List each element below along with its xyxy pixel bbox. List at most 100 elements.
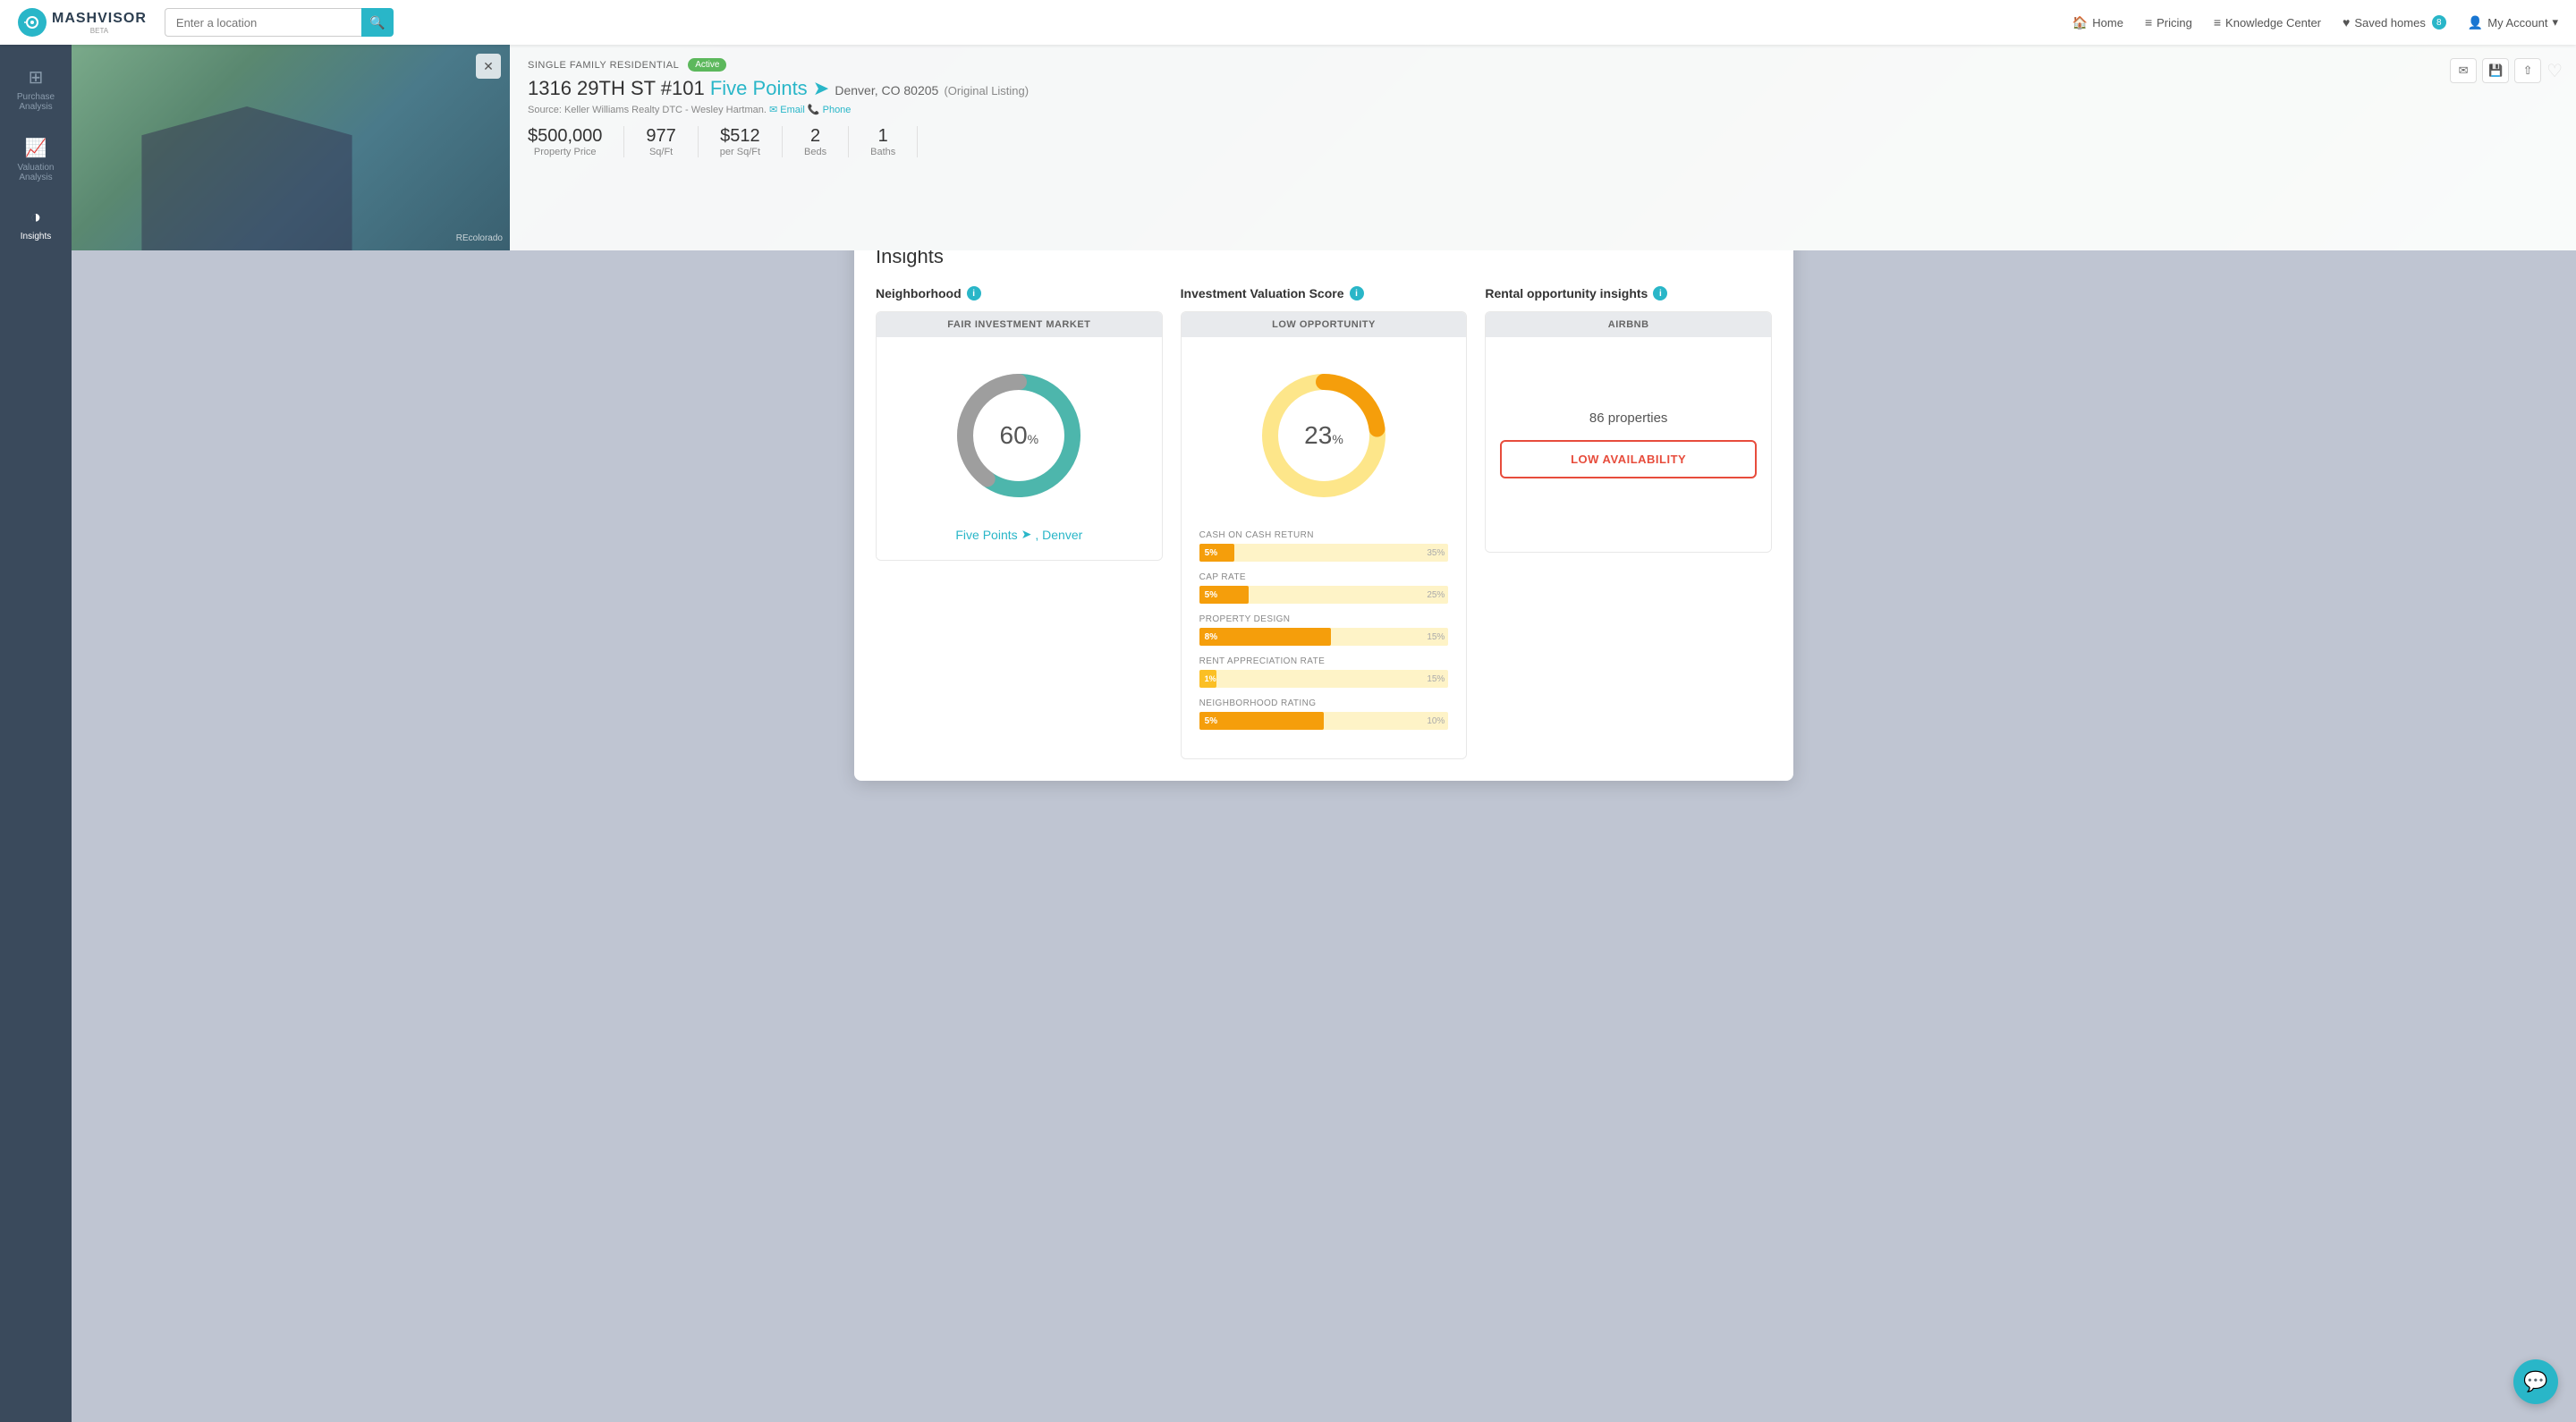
bar-track-neighborhood: 5% 10% bbox=[1199, 712, 1449, 730]
modal-title: Insights bbox=[876, 250, 1772, 268]
source-row: Source: Keller Williams Realty DTC - Wes… bbox=[528, 104, 2558, 115]
bar-track-rent: 1% 15% bbox=[1199, 670, 1449, 688]
investment-card-header: LOW OPPORTUNITY bbox=[1182, 312, 1467, 337]
baths-label: Baths bbox=[870, 147, 895, 157]
chat-icon: 💬 bbox=[2523, 1370, 2547, 1393]
phone-contact[interactable]: 📞 Phone bbox=[808, 105, 852, 115]
building-image bbox=[72, 45, 510, 250]
sidebar-item-label: Insights bbox=[21, 232, 51, 241]
neighborhood-donut: 60% bbox=[947, 364, 1090, 507]
rental-card-header: AIRBNB bbox=[1486, 312, 1771, 337]
content-area: ✕ ✉ 💾 ⇧ ♡ SINGLE FAMILY RESIDENTIAL Acti… bbox=[72, 45, 2576, 1422]
bar-fill-cash: 5% bbox=[1199, 544, 1234, 562]
nav-pricing[interactable]: ≡ Pricing bbox=[2145, 15, 2192, 30]
nav-knowledge-center[interactable]: ≡ Knowledge Center bbox=[2214, 15, 2321, 30]
bar-label-cash: CASH ON CASH RETURN bbox=[1199, 530, 1449, 540]
knowledge-icon: ≡ bbox=[2214, 15, 2221, 30]
bar-cap-rate: CAP RATE 5% 25% bbox=[1199, 572, 1449, 604]
stat-sqft: 977 Sq/Ft bbox=[624, 126, 698, 157]
nav-saved-homes[interactable]: ♥ Saved homes 8 bbox=[2343, 15, 2446, 30]
neighborhood-link[interactable]: Five Points ➤ bbox=[710, 77, 829, 99]
neighborhood-info-icon[interactable]: i bbox=[967, 286, 981, 300]
property-type: SINGLE FAMILY RESIDENTIAL bbox=[528, 60, 679, 71]
pricing-icon: ≡ bbox=[2145, 15, 2152, 30]
sidebar-item-purchase-analysis[interactable]: ⊞ Purchase Analysis bbox=[0, 54, 72, 124]
per-sqft-value: $512 bbox=[720, 126, 760, 147]
bar-neighborhood-rating: NEIGHBORHOOD RATING 5% 10% bbox=[1199, 698, 1449, 730]
property-info: ✉ 💾 ⇧ ♡ SINGLE FAMILY RESIDENTIAL Active… bbox=[510, 45, 2576, 250]
logo-beta: BETA bbox=[52, 27, 147, 35]
rental-section-title: Rental opportunity insights i bbox=[1485, 286, 1772, 300]
modal-overlay: Insights Neighborhood i FAIR INVESTMENT … bbox=[72, 250, 2576, 1422]
action-icons: ✉ 💾 ⇧ ♡ bbox=[2450, 58, 2563, 83]
nav-my-account[interactable]: 👤 My Account ▾ bbox=[2468, 15, 2558, 30]
rental-section: Rental opportunity insights i AIRBNB 86 … bbox=[1485, 286, 1772, 759]
search-button[interactable]: 🔍 bbox=[361, 8, 394, 37]
bar-label-design: PROPERTY DESIGN bbox=[1199, 614, 1449, 624]
save-action-button[interactable]: 💾 bbox=[2482, 58, 2509, 83]
bar-fill-cap: 5% bbox=[1199, 586, 1250, 604]
search-input[interactable] bbox=[165, 8, 361, 37]
neighborhood-section-title: Neighborhood i bbox=[876, 286, 1163, 300]
stat-per-sqft: $512 per Sq/Ft bbox=[699, 126, 783, 157]
logo: MASHVISOR BETA bbox=[18, 8, 147, 37]
bar-label-rent: RENT APPRECIATION RATE bbox=[1199, 656, 1449, 666]
bar-property-design: PROPERTY DESIGN 8% 15% bbox=[1199, 614, 1449, 646]
bar-fill-rent: 1% bbox=[1199, 670, 1217, 688]
rental-properties-count: 86 properties bbox=[1589, 411, 1668, 426]
investment-card: LOW OPPORTUNITY 23% bbox=[1181, 311, 1468, 759]
property-image: ✕ bbox=[72, 45, 510, 250]
close-button[interactable]: ✕ bbox=[476, 54, 501, 79]
bar-track-cash: 5% 35% bbox=[1199, 544, 1449, 562]
neighborhood-card-body: 60% Five Points ➤ , Denver bbox=[877, 337, 1162, 560]
share-action-button[interactable]: ⇧ bbox=[2514, 58, 2541, 83]
investment-section-title: Investment Valuation Score i bbox=[1181, 286, 1468, 300]
property-header: ✕ ✉ 💾 ⇧ ♡ SINGLE FAMILY RESIDENTIAL Acti… bbox=[72, 45, 2576, 250]
stat-beds: 2 Beds bbox=[783, 126, 849, 157]
price-label: Property Price bbox=[528, 147, 602, 157]
bar-label-cap: CAP RATE bbox=[1199, 572, 1449, 582]
bar-track-cap: 5% 25% bbox=[1199, 586, 1449, 604]
bar-fill-design: 8% bbox=[1199, 628, 1332, 646]
email-action-button[interactable]: ✉ bbox=[2450, 58, 2477, 83]
bar-rent-appreciation: RENT APPRECIATION RATE 1% 15% bbox=[1199, 656, 1449, 688]
city-state: Denver, CO 80205 bbox=[835, 83, 938, 97]
account-icon: 👤 bbox=[2468, 15, 2483, 30]
heart-icon: ♥ bbox=[2343, 15, 2350, 30]
neighborhood-card: FAIR INVESTMENT MARKET bbox=[876, 311, 1163, 561]
neighborhood-location-link[interactable]: Five Points ➤ , Denver bbox=[955, 527, 1082, 542]
low-availability-button[interactable]: LOW AVAILABILITY bbox=[1500, 440, 1757, 478]
sidebar-item-label: Purchase Analysis bbox=[9, 92, 63, 112]
sidebar-item-insights[interactable]: ◑ Insights bbox=[0, 195, 72, 254]
home-icon: 🏠 bbox=[2072, 15, 2088, 30]
bar-track-design: 8% 15% bbox=[1199, 628, 1449, 646]
neighborhood-section: Neighborhood i FAIR INVESTMENT MARKET bbox=[876, 286, 1163, 759]
bar-cash-on-cash: CASH ON CASH RETURN 5% 35% bbox=[1199, 530, 1449, 562]
insights-grid: Neighborhood i FAIR INVESTMENT MARKET bbox=[876, 286, 1772, 759]
chat-button[interactable]: 💬 bbox=[2513, 1359, 2558, 1404]
per-sqft-label: per Sq/Ft bbox=[720, 147, 760, 157]
rental-info-icon[interactable]: i bbox=[1653, 286, 1667, 300]
investment-donut: 23% bbox=[1252, 364, 1395, 507]
main-layout: ⊞ Purchase Analysis 📈 Valuation Analysis… bbox=[0, 45, 2576, 1422]
status-badge: Active bbox=[688, 58, 726, 72]
nav-home[interactable]: 🏠 Home bbox=[2072, 15, 2123, 30]
investment-score: 23% bbox=[1304, 421, 1343, 450]
neighborhood-score: 60% bbox=[1000, 421, 1039, 450]
sidebar-item-valuation-analysis[interactable]: 📈 Valuation Analysis bbox=[0, 124, 72, 195]
sqft-label: Sq/Ft bbox=[646, 147, 675, 157]
beds-value: 2 bbox=[804, 126, 826, 147]
investment-info-icon[interactable]: i bbox=[1350, 286, 1364, 300]
investment-bars: CASH ON CASH RETURN 5% 35% bbox=[1199, 530, 1449, 741]
insights-icon: ◑ bbox=[30, 207, 41, 228]
favorite-button[interactable]: ♡ bbox=[2546, 58, 2563, 83]
purchase-analysis-icon: ⊞ bbox=[29, 66, 44, 89]
email-contact[interactable]: ✉ Email bbox=[769, 105, 805, 115]
baths-value: 1 bbox=[870, 126, 895, 147]
stat-baths: 1 Baths bbox=[849, 126, 918, 157]
investment-card-body: 23% CASH ON CASH RETURN bbox=[1182, 337, 1467, 758]
logo-text: MASHVISOR bbox=[52, 11, 147, 27]
valuation-icon: 📈 bbox=[25, 137, 47, 159]
sidebar: ⊞ Purchase Analysis 📈 Valuation Analysis… bbox=[0, 45, 72, 1422]
bar-label-neighborhood: NEIGHBORHOOD RATING bbox=[1199, 698, 1449, 708]
